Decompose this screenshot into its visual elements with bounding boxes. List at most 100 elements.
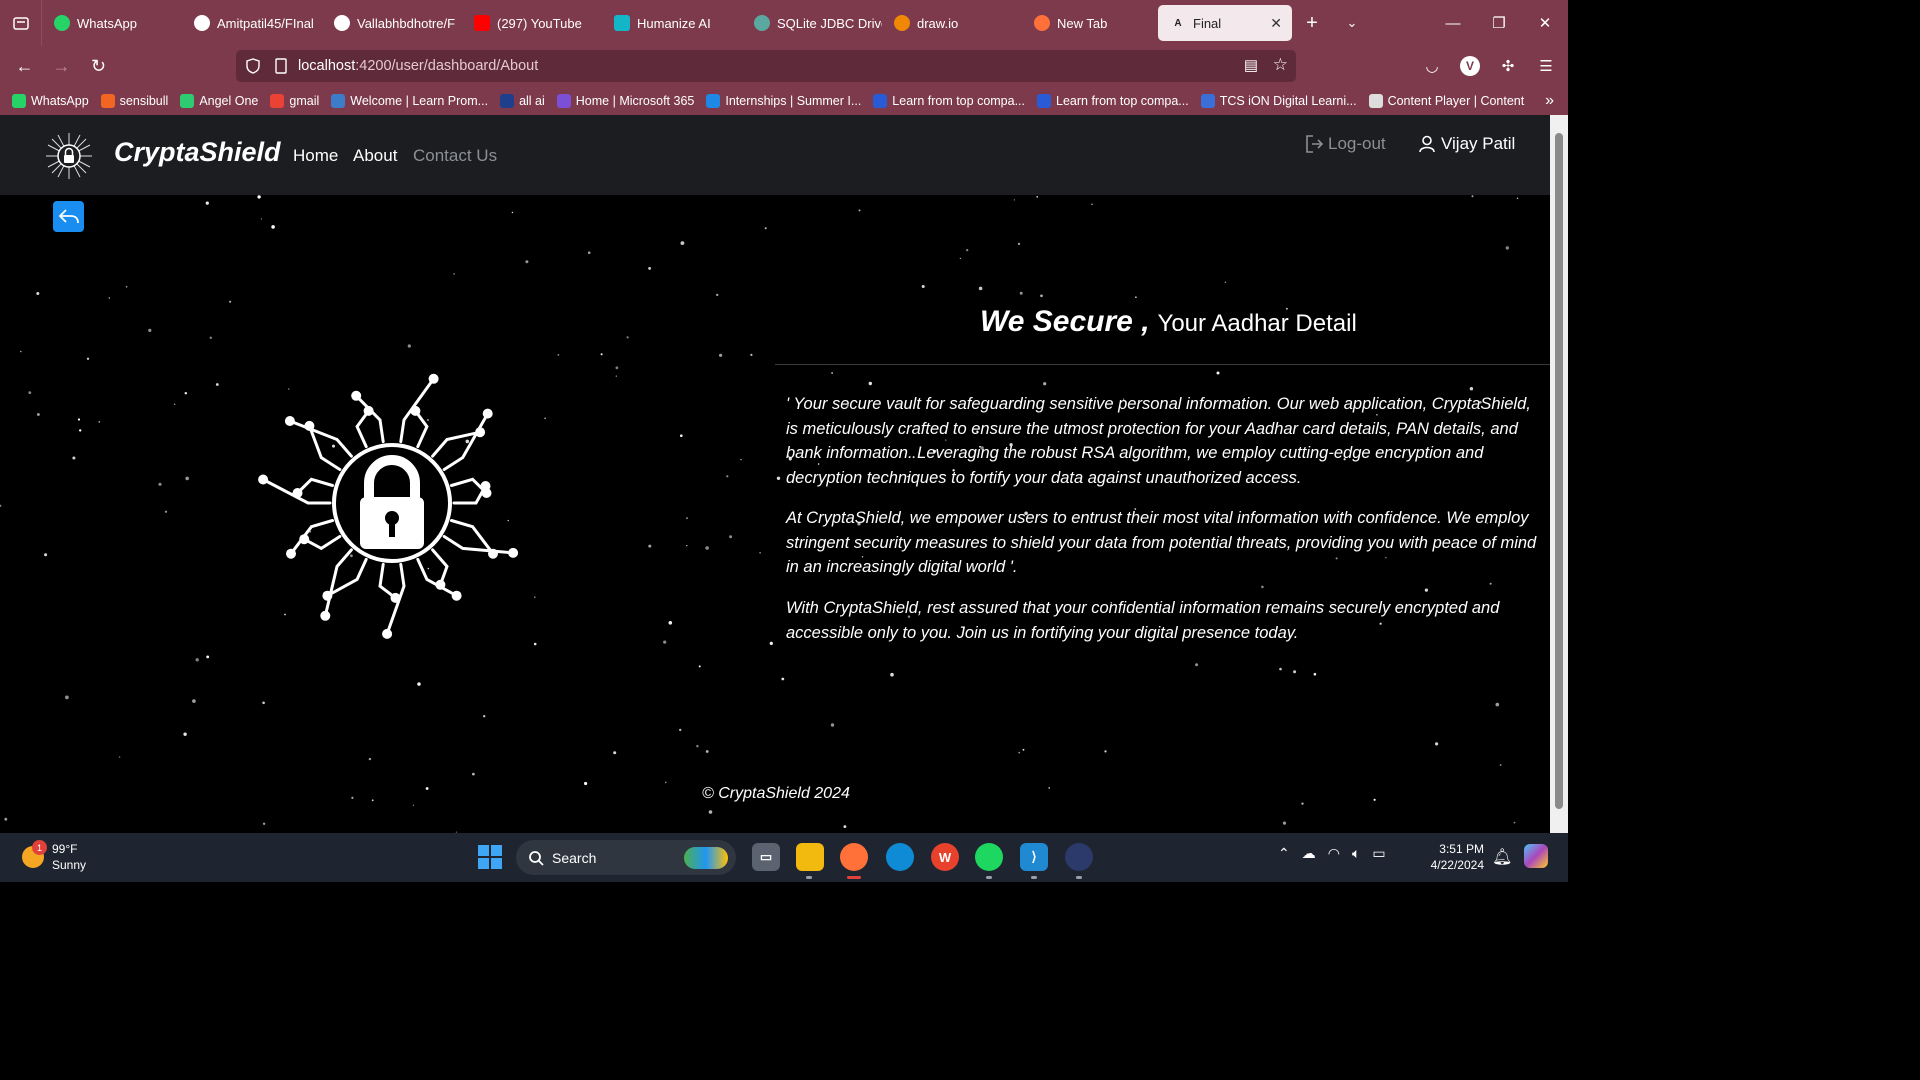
address-bar[interactable]: localhost:4200/user/dashboard/About ▤ ☆ — [236, 50, 1296, 82]
tab-github-1[interactable]: Amitpatil45/FInal — [182, 0, 322, 46]
file-explorer-icon[interactable] — [796, 843, 824, 871]
bookmark-item[interactable]: gmail — [270, 93, 320, 108]
forward-button[interactable]: → — [43, 46, 80, 86]
about-paragraph-3: With CryptaShield, rest assured that you… — [786, 599, 1500, 642]
tab-sqlite[interactable]: SQLite JDBC Drive — [742, 0, 882, 46]
arrow-right-icon: → — [52, 55, 71, 76]
bookmark-item[interactable]: Internships | Summer I... — [706, 93, 861, 108]
clock-time: 3:51 PM — [1439, 842, 1484, 856]
restore-button[interactable]: ❐ — [1476, 0, 1522, 46]
scrollbar-thumb[interactable] — [1555, 133, 1563, 809]
wps-office-icon[interactable]: W — [931, 843, 959, 871]
weather-widget[interactable]: 1 99°F Sunny — [22, 840, 86, 873]
back-button[interactable]: ← — [6, 46, 43, 86]
tab-humanize[interactable]: Humanize AI — [602, 0, 742, 46]
github-icon — [334, 15, 350, 31]
new-tab-button[interactable]: + — [1292, 0, 1332, 46]
notification-bell-icon[interactable]: 🔔︎ — [1492, 847, 1512, 867]
close-window-button[interactable]: ✕ — [1522, 0, 1568, 46]
tab-new-tab[interactable]: New Tab — [1022, 0, 1158, 46]
account-button[interactable]: V — [1458, 54, 1482, 78]
vscode-icon[interactable]: ⟩ — [1020, 843, 1048, 871]
firefox-taskbar-icon[interactable] — [840, 843, 868, 871]
browser-tab-bar: WhatsApp Amitpatil45/FInal Vallabhbdhotr… — [0, 0, 1568, 46]
bookmark-label: all ai — [519, 93, 545, 108]
copilot-icon[interactable] — [1524, 844, 1548, 868]
whatsapp-icon — [54, 15, 70, 31]
eclipse-icon[interactable] — [1065, 843, 1093, 871]
tab-drawio[interactable]: draw.io — [882, 0, 1022, 46]
nav-contact-link[interactable]: Contact Us — [413, 146, 497, 166]
bookmark-label: Home | Microsoft 365 — [575, 93, 695, 108]
chevron-down-icon: ⌄ — [1346, 15, 1358, 30]
reload-button[interactable]: ↻ — [80, 46, 117, 86]
headline-bold: We Secure , — [980, 305, 1150, 338]
github-icon — [194, 15, 210, 31]
tab-final-active[interactable]: A Final ✕ — [1158, 5, 1292, 41]
bookmark-item[interactable]: WhatsApp — [12, 93, 89, 108]
user-profile-link[interactable]: Vijay Patil — [1418, 134, 1515, 154]
tab-overflow-button[interactable]: ⌄ — [1332, 0, 1372, 46]
bookmark-label: WhatsApp — [31, 93, 89, 108]
bookmark-favicon-icon — [706, 93, 721, 108]
bookmark-label: sensibull — [119, 93, 169, 108]
tab-list-icon — [12, 17, 29, 30]
bookmark-item[interactable]: all ai — [500, 93, 545, 108]
edge-icon[interactable] — [886, 843, 914, 871]
pocket-icon[interactable]: ◡ — [1420, 54, 1444, 78]
minimize-button[interactable]: — — [1430, 0, 1476, 46]
bookmark-item[interactable]: Home | Microsoft 365 — [556, 93, 695, 108]
onedrive-icon[interactable]: ☁ — [1302, 845, 1316, 862]
nav-about-link[interactable]: About — [353, 146, 397, 166]
drawio-icon — [894, 15, 910, 31]
taskbar-search[interactable]: Search — [516, 840, 736, 875]
logout-link[interactable]: Log-out — [1304, 134, 1386, 154]
reader-view-icon[interactable]: ▤ — [1244, 56, 1258, 74]
bookmark-item[interactable]: Learn from top compa... — [1037, 93, 1189, 108]
bookmark-item[interactable]: sensibull — [100, 93, 169, 108]
bookmark-item[interactable]: TCS iON Digital Learni... — [1200, 93, 1357, 108]
bookmark-star-icon[interactable]: ☆ — [1273, 55, 1288, 75]
page-footer: © CryptaShield 2024 — [702, 785, 850, 802]
tab-label: SQLite JDBC Drive — [777, 15, 882, 31]
menu-icon[interactable]: ☰ — [1534, 54, 1558, 78]
tab-github-2[interactable]: Vallabhbdhotre/F — [322, 0, 462, 46]
extensions-icon[interactable]: ✣ — [1496, 54, 1520, 78]
url-path: :4200/user/dashboard/About — [355, 58, 539, 74]
bookmark-label: Learn from top compa... — [1056, 93, 1189, 108]
task-view-icon[interactable]: ▭ — [752, 843, 780, 871]
bookmark-label: gmail — [289, 93, 320, 108]
bookmarks-overflow-icon[interactable]: » — [1545, 92, 1554, 110]
clock[interactable]: 3:51 PM 4/22/2024 — [1420, 841, 1484, 873]
back-reply-button[interactable] — [53, 201, 84, 232]
spotify-icon[interactable] — [975, 843, 1003, 871]
bookmark-item[interactable]: Angel One — [180, 93, 258, 108]
page-scrollbar[interactable] — [1550, 115, 1568, 833]
bookmark-favicon-icon — [873, 93, 888, 108]
bookmark-item[interactable]: Content Player | Content — [1368, 93, 1525, 108]
plus-icon: + — [1306, 11, 1318, 34]
brand-logo-icon[interactable] — [44, 131, 94, 181]
bookmark-label: Content Player | Content — [1387, 93, 1525, 108]
bookmark-item[interactable]: Learn from top compa... — [873, 93, 1025, 108]
bookmark-item[interactable]: Welcome | Learn Prom... — [331, 93, 488, 108]
url-host: localhost — [298, 58, 356, 74]
tab-list-button[interactable] — [0, 0, 42, 46]
tab-label: WhatsApp — [77, 15, 137, 31]
bookmark-label: TCS iON Digital Learni... — [1219, 93, 1357, 108]
chevron-up-icon[interactable]: ⌃ — [1278, 845, 1290, 862]
tab-whatsapp[interactable]: WhatsApp — [42, 0, 182, 46]
close-tab-icon[interactable]: ✕ — [1270, 15, 1282, 32]
nav-home-link[interactable]: Home — [293, 146, 338, 166]
tab-youtube[interactable]: (297) YouTube — [462, 0, 602, 46]
weather-temp: 99°F — [52, 842, 78, 856]
browser-nav-bar: ← → ↻ localhost:4200/user/dashboard/Abou… — [0, 46, 1568, 86]
arrow-left-icon: ← — [15, 55, 34, 76]
start-button[interactable] — [478, 845, 502, 869]
bookmark-favicon-icon — [12, 93, 26, 108]
wifi-icon[interactable]: ◠ — [1328, 845, 1340, 862]
brand-name[interactable]: CryptaShield — [114, 137, 281, 168]
humanize-icon — [614, 15, 630, 31]
battery-icon[interactable]: ▭ — [1372, 845, 1385, 862]
volume-icon[interactable]: 🔈︎ — [1352, 845, 1360, 862]
